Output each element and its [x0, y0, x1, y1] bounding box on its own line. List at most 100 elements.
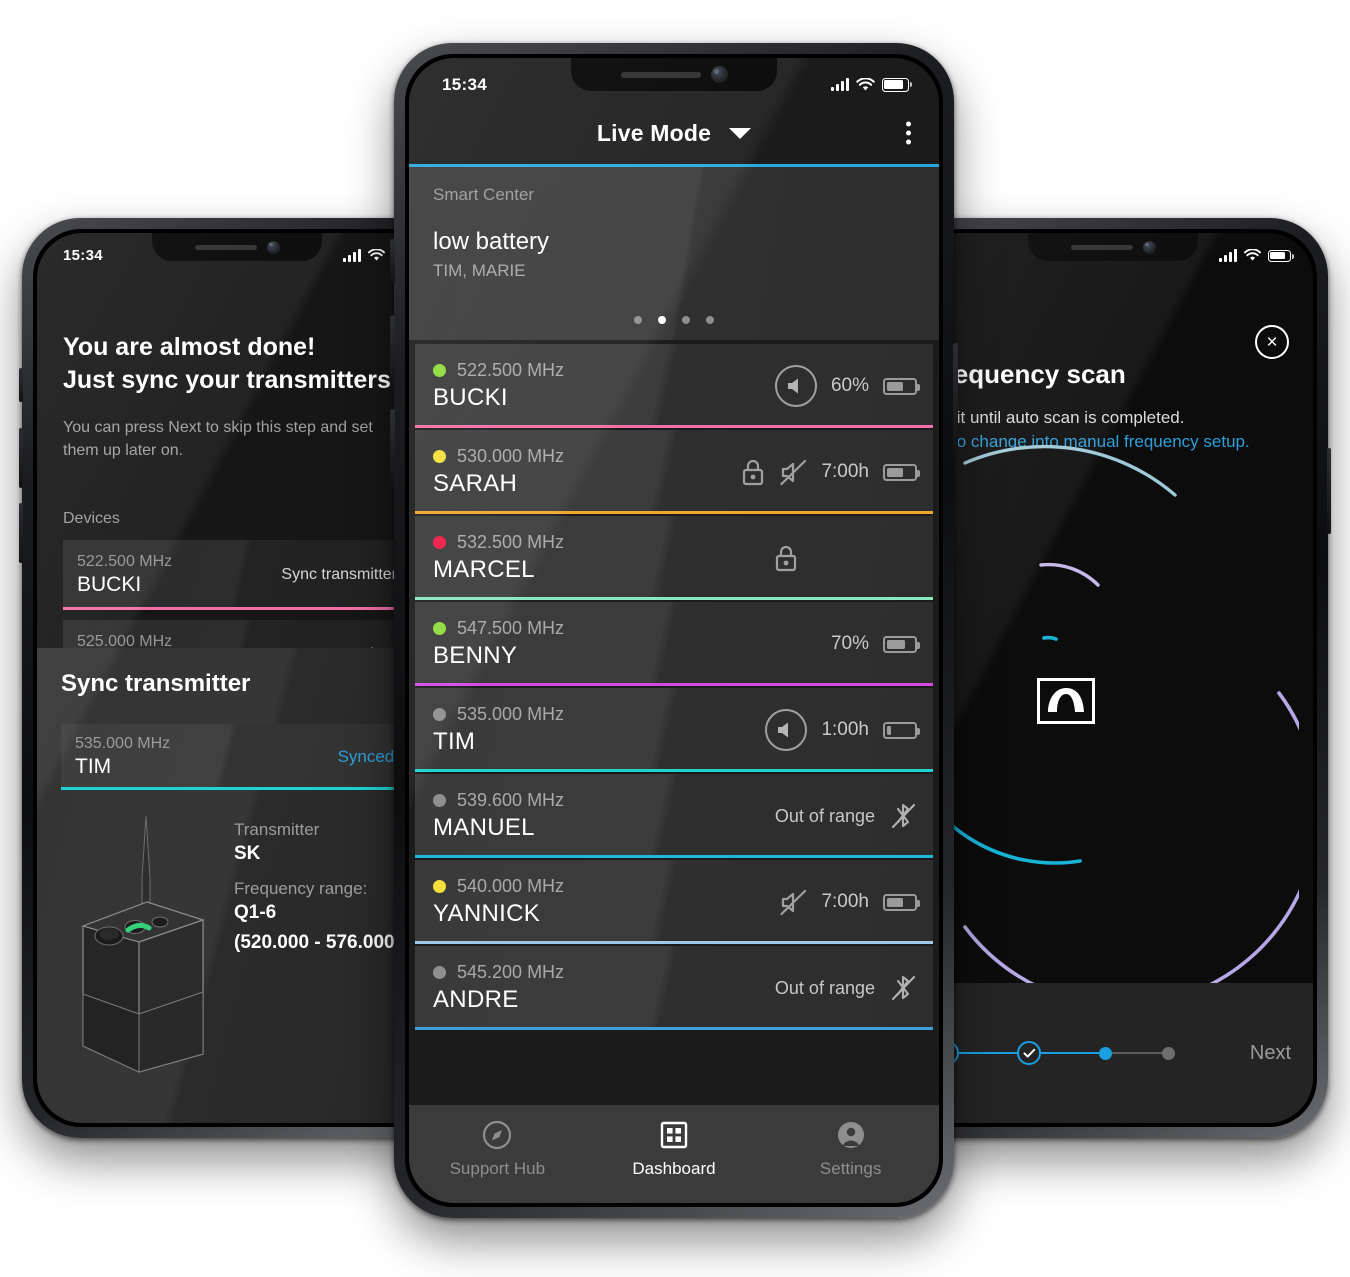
tab-label: Settings	[819, 1159, 882, 1178]
center-phone-screen: 15:34 Live Mode Smart Center low battery…	[409, 58, 939, 1203]
channel-status-dot	[433, 708, 446, 721]
page-dot-active[interactable]	[658, 316, 666, 324]
channel-accent-bar	[415, 425, 933, 428]
tab-label: Support Hub	[449, 1159, 546, 1178]
channel-name: ANDRE	[433, 986, 519, 1013]
lock-icon[interactable]	[740, 457, 766, 487]
next-button[interactable]: Next	[1250, 1042, 1291, 1065]
channel-row[interactable]: 547.500 MHz BENNY 70%	[415, 602, 933, 686]
synced-status: Synced!	[337, 747, 399, 766]
channel-battery-text: 7:00h	[821, 891, 869, 912]
chevron-down-icon[interactable]	[729, 127, 752, 139]
channel-frequency-line: 535.000 MHz	[433, 704, 765, 725]
page-dot[interactable]	[706, 316, 714, 324]
sheet-device-row[interactable]: 535.000 MHz TIM Synced!	[61, 724, 413, 790]
tab-dashboard[interactable]: Dashboard	[587, 1119, 762, 1179]
page-dot[interactable]	[634, 316, 642, 324]
overflow-menu-button[interactable]	[906, 121, 911, 145]
channel-indicators: 1:00h	[765, 709, 920, 751]
channel-row[interactable]: 539.600 MHz MANUEL Out of range	[415, 774, 933, 858]
left-status-bar: 15:34	[37, 233, 437, 271]
channel-row[interactable]: 540.000 MHz YANNICK 7:00h	[415, 860, 933, 944]
channel-accent-bar	[415, 1027, 933, 1030]
channel-name: YANNICK	[433, 900, 541, 927]
right-phone-power-button[interactable]	[1327, 448, 1331, 534]
right-phone-device: 15:34 × frequency scan wait unti	[898, 218, 1331, 1138]
left-phone-volume-down[interactable]	[19, 503, 23, 563]
transmitter-label: Transmitter	[234, 820, 320, 839]
channel-info: 540.000 MHz YANNICK	[433, 876, 780, 928]
channel-name: BUCKI	[433, 384, 508, 411]
cellular-signal-icon	[831, 78, 849, 91]
channel-frequency-line: 522.500 MHz	[433, 360, 775, 381]
channel-row[interactable]: 522.500 MHz BUCKI 60%	[415, 344, 933, 428]
close-icon[interactable]: ×	[1255, 325, 1289, 359]
channel-list[interactable]: 522.500 MHz BUCKI 60% 530.000 MHz SARAH …	[409, 344, 939, 1203]
center-phone-mute-switch[interactable]	[390, 239, 395, 283]
sennheiser-logo-icon	[1037, 678, 1095, 724]
screenshot-stage: 15:34 You are almost done! Just sync you…	[0, 0, 1350, 1277]
mute-icon[interactable]	[780, 889, 807, 916]
left-phone-device: 15:34 You are almost done! Just sync you…	[19, 218, 452, 1138]
channel-row[interactable]: 545.200 MHz ANDRE Out of range	[415, 946, 933, 1030]
channel-indicators	[773, 543, 799, 573]
arc-purple	[963, 691, 1313, 1008]
left-device-row[interactable]: 522.500 MHz BUCKI Sync transmitter	[63, 540, 411, 611]
battery-icon	[882, 77, 912, 92]
arc-mid-top	[1039, 562, 1100, 587]
channel-frequency: 535.000 MHz	[457, 704, 565, 724]
status-icons	[1219, 249, 1294, 262]
compass-icon	[483, 1120, 512, 1150]
channel-frequency: 530.000 MHz	[457, 446, 565, 466]
channel-name: SARAH	[433, 470, 518, 497]
tab-support-hub[interactable]: Support Hub	[410, 1119, 585, 1179]
transmitter-spec-list: Transmitter SK Frequency range: Q1-6 (52…	[234, 808, 395, 1073]
tab-settings[interactable]: Settings	[763, 1119, 938, 1179]
smart-center-card[interactable]: Smart Center low battery TIM, MARIE	[409, 167, 939, 340]
left-headline-line1: You are almost done!	[63, 333, 316, 361]
wifi-icon	[856, 77, 875, 90]
battery-icon	[1268, 249, 1294, 262]
center-phone-volume-up[interactable]	[390, 315, 395, 391]
speaker-on-icon[interactable]	[765, 709, 808, 751]
channel-frequency: 545.200 MHz	[457, 962, 565, 982]
right-status-bar: 15:34	[913, 233, 1313, 271]
left-phone-screen: 15:34 You are almost done! Just sync you…	[37, 233, 437, 1123]
lock-icon[interactable]	[773, 543, 799, 573]
channel-battery-text: 60%	[830, 375, 869, 396]
bodypack-transmitter-illustration	[81, 815, 205, 1073]
sheet-device-name: TIM	[75, 755, 112, 778]
channel-accent-bar	[415, 769, 933, 772]
bottom-tab-bar[interactable]: Support Hub Dashboard Settings	[409, 1105, 939, 1203]
center-phone-power-button[interactable]	[953, 343, 958, 453]
mute-icon[interactable]	[780, 459, 807, 486]
channel-status-dot	[433, 450, 446, 463]
channel-name: TIM	[433, 728, 476, 755]
speaker-on-icon[interactable]	[774, 365, 817, 407]
step-2-done[interactable]	[1017, 1041, 1041, 1065]
left-device-action[interactable]: Sync transmitter	[281, 566, 397, 584]
channel-row[interactable]: 532.500 MHz MARCEL	[415, 516, 933, 600]
step-4-pending[interactable]	[1162, 1046, 1175, 1060]
channel-battery-icon	[883, 721, 920, 739]
left-phone-volume-up[interactable]	[19, 428, 23, 488]
channel-indicators: Out of range	[775, 801, 917, 831]
grid-icon	[660, 1121, 688, 1149]
center-app-header: Live Mode	[409, 102, 939, 164]
center-phone-device: 15:34 Live Mode Smart Center low battery…	[390, 43, 958, 1218]
speaker-glyph	[787, 378, 798, 394]
channel-row[interactable]: 535.000 MHz TIM 1:00h	[415, 688, 933, 772]
center-status-bar: 15:34	[409, 58, 939, 102]
left-phone-mute-switch[interactable]	[19, 368, 23, 402]
step-connector	[959, 1052, 1017, 1054]
channel-status-dot	[433, 794, 446, 807]
center-phone-volume-down[interactable]	[390, 409, 395, 485]
carousel-page-dots[interactable]	[409, 316, 939, 324]
channel-row[interactable]: 530.000 MHz SARAH 7:00h	[415, 430, 933, 514]
channel-battery-icon	[883, 635, 920, 653]
channel-indicators: 7:00h	[740, 457, 920, 487]
step-3-current[interactable]	[1099, 1046, 1112, 1060]
channel-frequency: 540.000 MHz	[457, 876, 565, 896]
smart-center-alert-title: low battery	[433, 228, 550, 255]
page-dot[interactable]	[682, 316, 690, 324]
